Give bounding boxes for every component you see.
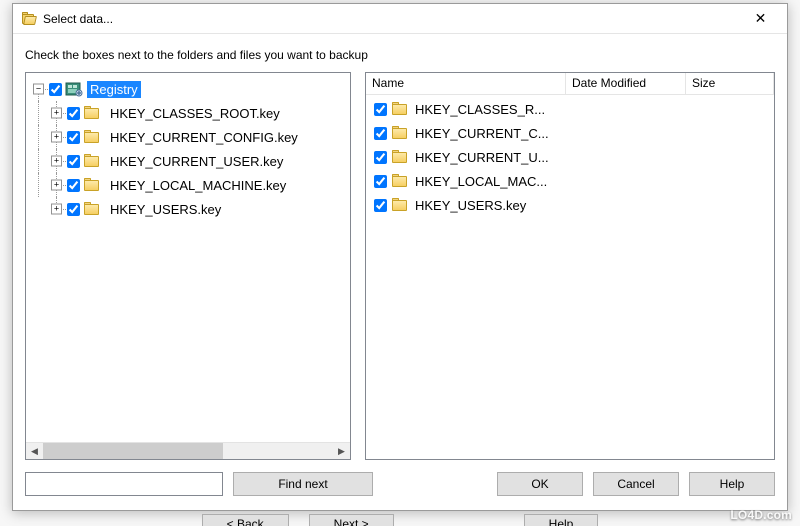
tree-connector: + bbox=[48, 125, 66, 149]
tree-checkbox[interactable] bbox=[67, 107, 80, 120]
tree-node[interactable]: + HKEY_LOCAL_MACHINE.key bbox=[30, 173, 350, 197]
list-checkbox[interactable] bbox=[374, 199, 387, 212]
collapse-icon[interactable]: − bbox=[33, 84, 44, 95]
tree-label[interactable]: HKEY_LOCAL_MACHINE.key bbox=[107, 177, 289, 194]
list-item-name: HKEY_LOCAL_MAC... bbox=[415, 174, 547, 189]
tree-node[interactable]: + HKEY_USERS.key bbox=[30, 197, 350, 221]
tree-node[interactable]: + HKEY_CURRENT_CONFIG.key bbox=[30, 125, 350, 149]
tree-indent bbox=[30, 101, 48, 125]
tree-node-registry[interactable]: − Registry bbox=[30, 77, 350, 101]
tree-checkbox[interactable] bbox=[67, 155, 80, 168]
list-item[interactable]: HKEY_CURRENT_U... bbox=[370, 145, 774, 169]
folder-icon bbox=[83, 177, 101, 193]
list-item-name: HKEY_CURRENT_U... bbox=[415, 150, 549, 165]
list-item-name: HKEY_CURRENT_C... bbox=[415, 126, 549, 141]
tree-indent bbox=[30, 125, 48, 149]
wizard-back-button[interactable]: < Back bbox=[202, 514, 289, 526]
tree-view[interactable]: − Registry bbox=[26, 73, 350, 442]
list-item-name: HKEY_CLASSES_R... bbox=[415, 102, 545, 117]
watermark: LO4D.com bbox=[730, 508, 792, 522]
find-next-button[interactable]: Find next bbox=[233, 472, 373, 496]
folder-icon bbox=[83, 153, 101, 169]
list-header: Name Date Modified Size bbox=[366, 73, 774, 95]
close-button[interactable]: ✕ bbox=[738, 5, 783, 33]
folder-icon bbox=[83, 129, 101, 145]
column-header-name[interactable]: Name bbox=[366, 73, 566, 94]
list-item[interactable]: HKEY_CLASSES_R... bbox=[370, 97, 774, 121]
window-title: Select data... bbox=[43, 12, 113, 26]
expand-icon[interactable]: + bbox=[51, 132, 62, 143]
tree-checkbox[interactable] bbox=[67, 131, 80, 144]
tree-checkbox-registry[interactable] bbox=[49, 83, 62, 96]
horizontal-scrollbar[interactable]: ◀ ▶ bbox=[26, 442, 350, 459]
wizard-next-button[interactable]: Next > bbox=[309, 514, 394, 526]
scroll-left-button[interactable]: ◀ bbox=[26, 443, 43, 459]
cancel-button[interactable]: Cancel bbox=[593, 472, 679, 496]
parent-wizard-buttons: < Back Next > Help bbox=[0, 512, 800, 526]
scroll-thumb[interactable] bbox=[43, 443, 223, 459]
instruction-text: Check the boxes next to the folders and … bbox=[13, 34, 787, 72]
tree-node[interactable]: + HKEY_CURRENT_USER.key bbox=[30, 149, 350, 173]
list-panel: Name Date Modified Size HKEY_CLASSES_R..… bbox=[365, 72, 775, 460]
tree-connector: − bbox=[30, 77, 48, 101]
tree-checkbox[interactable] bbox=[67, 203, 80, 216]
tree-indent bbox=[30, 149, 48, 173]
column-header-size[interactable]: Size bbox=[686, 73, 774, 94]
body-area: − Registry bbox=[13, 72, 787, 460]
open-folder-icon bbox=[21, 11, 37, 27]
expand-icon[interactable]: + bbox=[51, 204, 62, 215]
folder-icon bbox=[83, 201, 101, 217]
tree-label[interactable]: HKEY_CLASSES_ROOT.key bbox=[107, 105, 283, 122]
folder-icon bbox=[391, 125, 409, 141]
tree-indent bbox=[30, 197, 48, 221]
list-view[interactable]: HKEY_CLASSES_R... HKEY_CURRENT_C... HKEY… bbox=[366, 95, 774, 459]
column-header-date[interactable]: Date Modified bbox=[566, 73, 686, 94]
tree-label[interactable]: HKEY_USERS.key bbox=[107, 201, 224, 218]
folder-icon bbox=[391, 149, 409, 165]
list-checkbox[interactable] bbox=[374, 103, 387, 116]
list-item[interactable]: HKEY_USERS.key bbox=[370, 193, 774, 217]
wizard-help-button[interactable]: Help bbox=[524, 514, 599, 526]
chevron-left-icon: ◀ bbox=[31, 446, 38, 457]
expand-icon[interactable]: + bbox=[51, 180, 62, 191]
tree-connector: + bbox=[48, 149, 66, 173]
help-button[interactable]: Help bbox=[689, 472, 775, 496]
list-item-name: HKEY_USERS.key bbox=[415, 198, 526, 213]
tree-connector: + bbox=[48, 173, 66, 197]
expand-icon[interactable]: + bbox=[51, 156, 62, 167]
list-item[interactable]: HKEY_CURRENT_C... bbox=[370, 121, 774, 145]
tree-checkbox[interactable] bbox=[67, 179, 80, 192]
tree-panel: − Registry bbox=[25, 72, 351, 460]
dialog-footer: Find next OK Cancel Help bbox=[13, 460, 787, 510]
titlebar: Select data... ✕ bbox=[13, 4, 787, 34]
close-icon: ✕ bbox=[755, 10, 767, 27]
list-item[interactable]: HKEY_LOCAL_MAC... bbox=[370, 169, 774, 193]
folder-icon bbox=[391, 173, 409, 189]
select-data-dialog: Select data... ✕ Check the boxes next to… bbox=[12, 3, 788, 511]
chevron-right-icon: ▶ bbox=[338, 446, 345, 457]
tree-label[interactable]: HKEY_CURRENT_CONFIG.key bbox=[107, 129, 301, 146]
registry-icon bbox=[65, 81, 83, 97]
folder-icon bbox=[391, 197, 409, 213]
list-checkbox[interactable] bbox=[374, 151, 387, 164]
list-checkbox[interactable] bbox=[374, 127, 387, 140]
folder-icon bbox=[391, 101, 409, 117]
scroll-right-button[interactable]: ▶ bbox=[333, 443, 350, 459]
tree-connector: + bbox=[48, 101, 66, 125]
ok-button[interactable]: OK bbox=[497, 472, 583, 496]
tree-node[interactable]: + HKEY_CLASSES_ROOT.key bbox=[30, 101, 350, 125]
folder-icon bbox=[83, 105, 101, 121]
tree-label-registry[interactable]: Registry bbox=[87, 81, 141, 98]
tree-label[interactable]: HKEY_CURRENT_USER.key bbox=[107, 153, 286, 170]
scroll-track[interactable] bbox=[43, 443, 333, 459]
tree-indent bbox=[30, 173, 48, 197]
expand-icon[interactable]: + bbox=[51, 108, 62, 119]
tree-connector: + bbox=[48, 197, 66, 221]
search-input[interactable] bbox=[25, 472, 223, 496]
list-checkbox[interactable] bbox=[374, 175, 387, 188]
